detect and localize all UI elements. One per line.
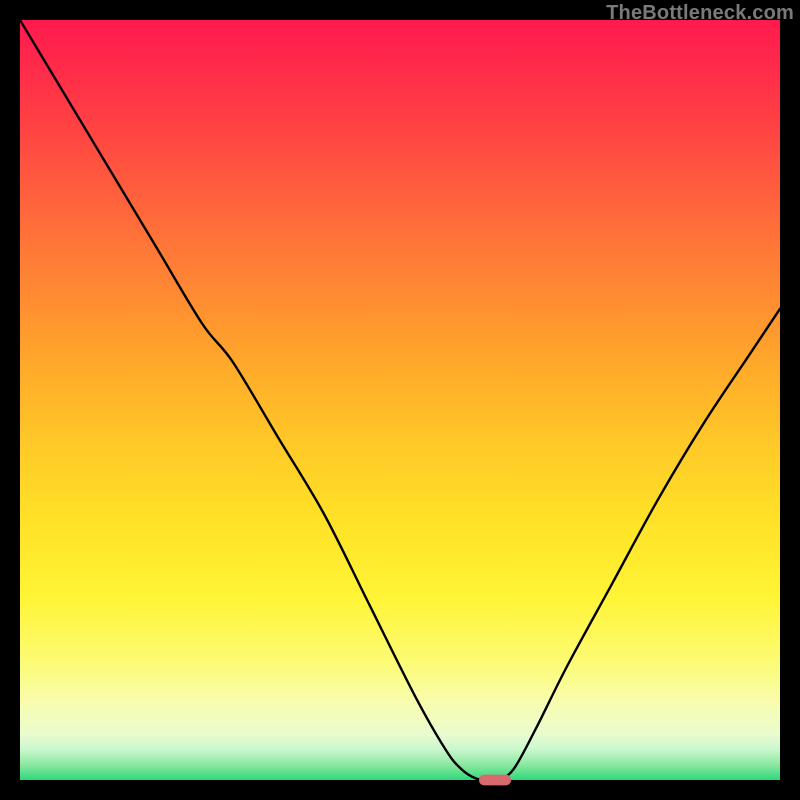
chart-overlay (20, 20, 780, 780)
chart-frame: TheBottleneck.com (0, 0, 800, 800)
optimum-marker (479, 775, 511, 786)
bottleneck-curve (20, 20, 780, 781)
watermark-text: TheBottleneck.com (606, 2, 794, 25)
